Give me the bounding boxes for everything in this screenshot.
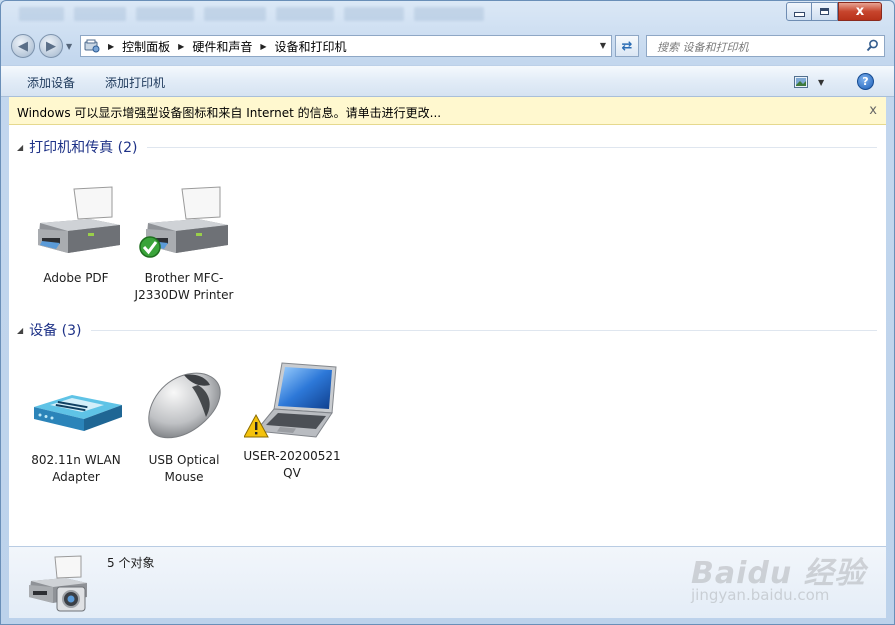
details-pane: 5 个对象: [9, 546, 886, 618]
search-input[interactable]: [655, 37, 864, 57]
search-box: [646, 35, 885, 57]
refresh-button[interactable]: ⇄: [615, 35, 639, 57]
recent-pages-dropdown[interactable]: ▼: [66, 42, 72, 51]
collapse-triangle-icon[interactable]: ◢: [17, 143, 23, 152]
breadcrumb-control-panel[interactable]: 控制面板: [122, 38, 170, 55]
info-bar-close-icon[interactable]: x: [869, 103, 877, 118]
device-name: Adobe PDF: [43, 271, 109, 285]
address-bar[interactable]: ▶ 控制面板 ▶ 硬件和声音 ▶ 设备和打印机 ▼: [80, 35, 612, 57]
device-name: 802.11n WLAN Adapter: [31, 453, 121, 484]
breadcrumb: ▶ 控制面板 ▶ 硬件和声音 ▶ 设备和打印机: [100, 38, 347, 55]
collapse-triangle-icon[interactable]: ◢: [17, 326, 23, 335]
device-name: USER-20200521 QV: [243, 449, 341, 480]
address-dropdown-icon[interactable]: ▼: [600, 41, 606, 50]
group-header-devices[interactable]: ◢ 设备 (3): [17, 320, 877, 340]
breadcrumb-separator-icon[interactable]: ▶: [260, 42, 266, 51]
item-count: 5 个对象: [107, 556, 155, 570]
add-printer-button[interactable]: 添加打印机: [105, 74, 165, 91]
title-bar: x: [1, 1, 894, 29]
printer-camera-icon: [29, 555, 87, 612]
breadcrumb-devices-printers[interactable]: 设备和打印机: [275, 38, 347, 55]
device-item-brother-printer[interactable]: Brother MFC-J2330DW Printer: [132, 183, 236, 304]
add-device-button[interactable]: 添加设备: [27, 74, 75, 91]
group-label: 打印机和传真 (2): [29, 140, 138, 156]
printer-icon: [38, 186, 120, 253]
breadcrumb-hardware-sound[interactable]: 硬件和声音: [192, 38, 252, 55]
minimize-button[interactable]: [786, 2, 812, 21]
breadcrumb-separator-icon[interactable]: ▶: [178, 42, 184, 51]
group-header-printers[interactable]: ◢ 打印机和传真 (2): [17, 137, 877, 157]
device-item-adobe-pdf[interactable]: Adobe PDF: [24, 183, 128, 287]
minimize-icon: [793, 12, 805, 17]
back-arrow-icon: ◀: [18, 38, 28, 54]
laptop-icon: [243, 362, 337, 438]
maximize-icon: [820, 8, 829, 15]
printer-icon: [139, 186, 228, 258]
device-item-wlan-adapter[interactable]: 802.11n WLAN Adapter: [24, 365, 128, 486]
breadcrumb-separator-icon[interactable]: ▶: [108, 42, 114, 51]
device-item-usb-mouse[interactable]: USB Optical Mouse: [132, 365, 236, 486]
help-button[interactable]: ?: [857, 73, 874, 90]
change-view-button[interactable]: ▼: [794, 75, 826, 89]
refresh-icon: ⇄: [621, 38, 633, 54]
information-bar[interactable]: Windows 可以显示增强型设备图标和来自 Internet 的信息。请单击进…: [9, 97, 886, 125]
router-icon: [34, 395, 122, 431]
info-bar-message[interactable]: Windows 可以显示增强型设备图标和来自 Internet 的信息。请单击进…: [17, 104, 441, 121]
help-icon: ?: [862, 75, 869, 88]
view-icon: [794, 76, 808, 88]
maximize-button[interactable]: [812, 2, 838, 21]
group-divider: [147, 146, 877, 148]
close-icon: x: [855, 4, 865, 19]
close-button[interactable]: x: [838, 2, 882, 21]
devices-content-area: ◢ 打印机和传真 (2) Adobe PDF Brother MFC-J2330…: [9, 125, 886, 546]
device-name: USB Optical Mouse: [148, 453, 220, 484]
view-dropdown-icon[interactable]: ▼: [818, 78, 824, 87]
group-divider: [91, 329, 877, 331]
group-label: 设备 (3): [29, 323, 82, 339]
mouse-icon: [148, 372, 221, 439]
navigation-bar: ◀ ▶ ▼ ▶ 控制面板 ▶ 硬件和声音 ▶ 设备和打印机 ▼ ⇄: [1, 31, 894, 61]
control-panel-icon: [84, 39, 100, 53]
device-name: Brother MFC-J2330DW Printer: [134, 271, 234, 302]
default-printer-check-icon: [139, 236, 161, 258]
device-item-laptop[interactable]: USER-20200521 QV: [240, 361, 344, 482]
command-bar: 添加设备 添加打印机 ▼ ?: [1, 65, 894, 97]
back-button[interactable]: ◀: [11, 34, 35, 58]
forward-arrow-icon: ▶: [46, 38, 56, 54]
blurred-taskbar-tabs: [19, 7, 529, 23]
forward-button[interactable]: ▶: [39, 34, 63, 58]
search-icon[interactable]: [866, 39, 879, 52]
explorer-window: x ◀ ▶ ▼ ▶ 控制面板 ▶ 硬件和声音 ▶ 设备和打印机 ▼ ⇄ 搜索 设…: [0, 0, 895, 625]
